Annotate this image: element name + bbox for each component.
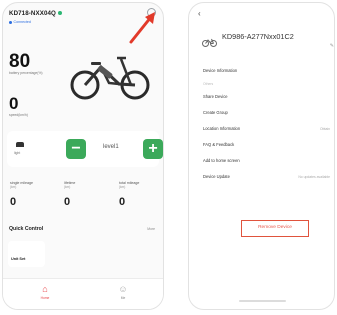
quick-control-title: Quick Control	[9, 226, 44, 232]
speed-label: speed(km/h)	[9, 113, 28, 117]
battery-value: 80	[9, 51, 31, 72]
edit-name-icon[interactable]: ✎	[330, 43, 334, 49]
battery-label: battery percentage(%)	[9, 71, 43, 75]
riding-controls: light − level1 +	[7, 131, 163, 167]
menu-item-add-to-home-screen[interactable]: Add to home screen	[189, 153, 334, 169]
headlight-icon[interactable]	[16, 142, 24, 147]
annotation-arrow-icon	[129, 12, 155, 44]
ebike-image	[70, 56, 150, 100]
menu-item-share-device[interactable]: Share Device	[189, 89, 334, 105]
bike-icon	[202, 38, 217, 47]
remove-device-button[interactable]: Remove Device	[242, 221, 308, 236]
increase-level-button[interactable]: +	[143, 139, 163, 159]
update-status-value: No updates available	[298, 175, 330, 179]
menu-item-device-update[interactable]: Device Update No updates available	[189, 169, 334, 185]
connected-dot-icon	[9, 20, 12, 24]
settings-menu: Device Information Others Share Device C…	[189, 63, 334, 185]
profile-icon: ☺	[118, 284, 128, 294]
device-home-screen: KD718-NXX04Q Connected 80 battery percen…	[2, 2, 164, 310]
remove-device-highlight: Remove Device	[241, 220, 309, 237]
total-mileage-stat: total mileage (km) 0	[119, 181, 140, 208]
assist-level-text: level1	[103, 144, 119, 150]
speed-value: 0	[9, 94, 19, 113]
single-mileage-stat: single mileage (km) 0	[10, 181, 33, 208]
online-indicator	[57, 11, 62, 16]
menu-item-faq-feedback[interactable]: FAQ & Feedback	[189, 137, 334, 153]
location-status-value: Obtain	[320, 127, 330, 131]
section-header-others: Others	[203, 82, 214, 86]
back-button[interactable]: ‹	[198, 9, 201, 18]
quick-control-more-link[interactable]: More	[147, 227, 155, 231]
home-indicator	[239, 300, 286, 302]
unit-set-card[interactable]: Unit Set	[8, 241, 45, 267]
tab-me[interactable]: ☺ Me	[108, 284, 138, 300]
home-icon: ⌂	[42, 284, 48, 294]
device-name-title: KD986-A277Nxx01C2	[222, 32, 294, 41]
lifetime-stat: lifetime (km) 0	[64, 181, 76, 208]
decrease-level-button[interactable]: −	[66, 139, 86, 159]
light-label: light	[14, 151, 21, 155]
device-settings-screen: ‹ KD986-A277Nxx01C2 ✎ Device Information…	[188, 2, 335, 310]
mileage-stats: single mileage (km) 0 lifetime (km) 0 to…	[7, 181, 159, 219]
menu-item-create-group[interactable]: Create Group	[189, 105, 334, 121]
menu-item-device-information[interactable]: Device Information	[189, 63, 334, 79]
unit-set-label: Unit Set	[11, 257, 26, 261]
tab-bar: ⌂ Home ☺ Me	[3, 278, 163, 309]
tab-home[interactable]: ⌂ Home	[30, 284, 60, 300]
menu-item-location-information[interactable]: Location Information Obtain	[189, 121, 334, 137]
